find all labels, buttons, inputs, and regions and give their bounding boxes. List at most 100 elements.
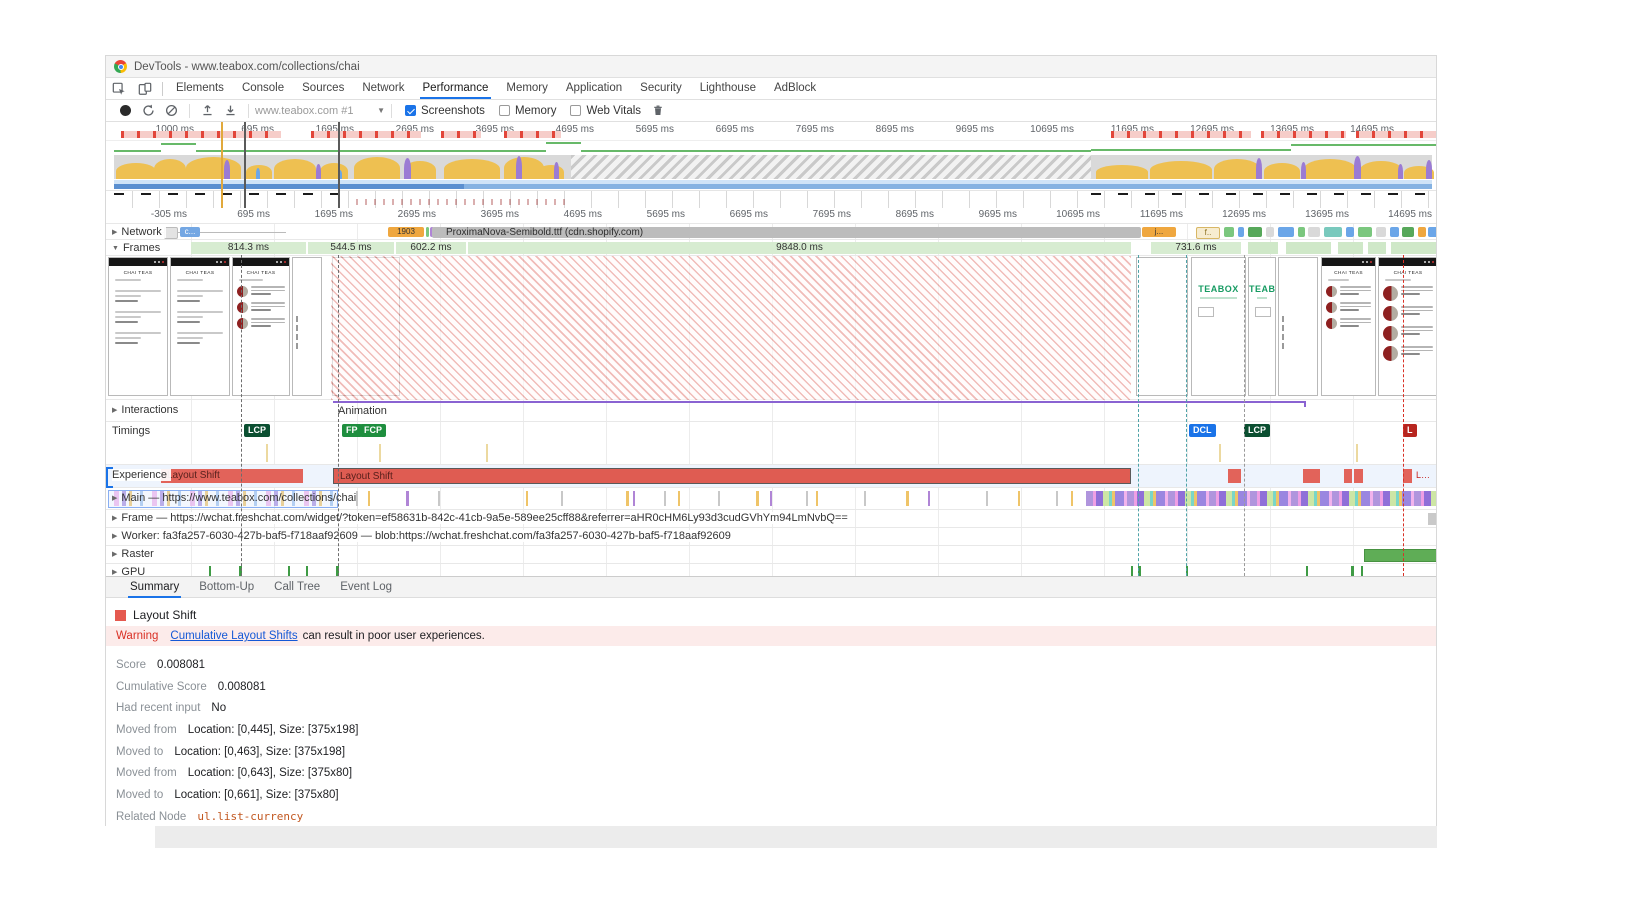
screenshot-thumbnail[interactable]: CHAI TEAS: [1321, 257, 1376, 396]
tab-console[interactable]: Console: [233, 78, 293, 99]
expand-arrow-icon[interactable]: ▶: [112, 515, 117, 522]
garbage-collect-icon[interactable]: [652, 104, 664, 117]
request-chip[interactable]: [1402, 227, 1414, 237]
frame-duration-bar[interactable]: 9848.0 ms: [468, 242, 1131, 254]
memory-checkbox-box[interactable]: [499, 105, 510, 116]
cumulative-layout-shifts-link[interactable]: Cumulative Layout Shifts: [170, 630, 297, 642]
tab-adblock[interactable]: AdBlock: [765, 78, 825, 99]
font-request-bar[interactable]: ProximaNova-Semibold.ttf (cdn.shopify.co…: [432, 227, 1141, 238]
timing-badge-dcl[interactable]: DCL: [1189, 424, 1216, 437]
request-chip-f[interactable]: f..: [1196, 227, 1220, 239]
track-network[interactable]: ▶Network c... 1903 ProximaNova-Semibold.tt…: [106, 223, 1436, 239]
request-chip[interactable]: [1248, 227, 1262, 237]
frame-duration-bar[interactable]: 814.3 ms: [191, 242, 306, 254]
timing-badge-fp[interactable]: FP: [342, 424, 362, 437]
collapse-arrow-icon[interactable]: ▼: [112, 245, 119, 252]
expand-arrow-icon[interactable]: ▶: [112, 551, 117, 558]
track-interactions-label[interactable]: ▶Interactions: [112, 404, 182, 416]
track-worker-label[interactable]: ▶Worker: fa3fa257-6030-427b-baf5-f718aaf…: [112, 530, 735, 542]
request-chip[interactable]: [164, 227, 178, 239]
request-chip[interactable]: [1238, 227, 1244, 237]
expand-arrow-icon[interactable]: ▶: [112, 533, 117, 540]
load-profile-icon[interactable]: [201, 104, 214, 117]
related-node-link[interactable]: ul.list-currency: [197, 810, 303, 823]
save-profile-icon[interactable]: [224, 104, 237, 117]
timeline-overview[interactable]: 1000 ms695 ms1695 ms2695 ms3695 ms4695 m…: [106, 122, 1436, 209]
frame-duration-bar[interactable]: 731.6 ms: [1151, 242, 1241, 254]
request-chip[interactable]: [1390, 227, 1399, 237]
request-chip-1903[interactable]: 1903: [388, 227, 424, 237]
track-gpu-label[interactable]: ▶GPU: [112, 566, 149, 576]
track-interactions[interactable]: ▶Interactions Animation: [106, 399, 1436, 421]
tab-lighthouse[interactable]: Lighthouse: [691, 78, 765, 99]
screenshot-thumbnail[interactable]: CHAI TEAS: [1378, 257, 1436, 396]
tab-event-log[interactable]: Event Log: [330, 577, 402, 598]
layout-shift-block[interactable]: [1403, 469, 1412, 483]
request-chip[interactable]: [1358, 227, 1372, 237]
clear-icon[interactable]: [165, 104, 178, 117]
screenshot-thumbnail[interactable]: TEABOX: [1191, 257, 1246, 396]
layout-shift-block[interactable]: [1344, 469, 1352, 483]
checkbox-memory[interactable]: Memory: [499, 105, 557, 117]
request-chip[interactable]: [1266, 227, 1274, 237]
screenshot-thumbnail[interactable]: CHAI TEAS: [108, 257, 168, 396]
track-frame-label[interactable]: ▶Frame — https://wchat.freshchat.com/wid…: [112, 512, 852, 524]
track-experience-label[interactable]: Experience: [112, 469, 171, 481]
track-raster[interactable]: ▶Raster: [106, 545, 1436, 563]
request-chip[interactable]: [1428, 227, 1436, 237]
track-frames[interactable]: ▼Frames 814.3 ms544.5 ms602.2 ms9848.0 m…: [106, 239, 1436, 255]
expand-arrow-icon[interactable]: ▶: [112, 569, 117, 576]
record-button[interactable]: [120, 105, 131, 116]
screenshot-thumbnail[interactable]: [1136, 257, 1188, 396]
tab-memory[interactable]: Memory: [497, 78, 557, 99]
tab-bottom-up[interactable]: Bottom-Up: [189, 577, 264, 598]
timing-badge-lcp[interactable]: LCP: [1244, 424, 1270, 437]
layout-shift-block[interactable]: [1303, 469, 1320, 483]
inspect-element-icon[interactable]: [110, 81, 128, 97]
expand-arrow-icon[interactable]: ▶: [112, 495, 117, 502]
layout-shift-bar-selected[interactable]: Layout Shift: [333, 468, 1131, 484]
screenshot-thumbnail[interactable]: [1278, 257, 1318, 396]
layout-shift-bar-small[interactable]: Layout Shift: [161, 469, 303, 483]
track-experience[interactable]: Layout Shift Experience Layout Shift L…: [106, 464, 1436, 487]
track-frame[interactable]: ▶Frame — https://wchat.freshchat.com/wid…: [106, 509, 1436, 527]
timing-badge-fcp[interactable]: FCP: [360, 424, 386, 437]
request-chip-c[interactable]: c...: [180, 227, 200, 237]
tab-network[interactable]: Network: [353, 78, 413, 99]
layout-shift-block[interactable]: [1228, 469, 1241, 483]
track-raster-label[interactable]: ▶Raster: [112, 548, 158, 560]
track-worker[interactable]: ▶Worker: fa3fa257-6030-427b-baf5-f718aaf…: [106, 527, 1436, 545]
track-main-label[interactable]: ▶Main — https://www.teabox.com/collectio…: [112, 492, 360, 504]
web-vitals-checkbox-box[interactable]: [570, 105, 581, 116]
track-frames-label[interactable]: ▼Frames: [112, 242, 164, 254]
request-chip[interactable]: [1298, 227, 1305, 237]
checkbox-web-vitals[interactable]: Web Vitals: [570, 105, 641, 117]
frame-duration-bar[interactable]: 602.2 ms: [396, 242, 466, 254]
tab-performance[interactable]: Performance: [414, 78, 498, 99]
filmstrip-screenshots[interactable]: CHAI TEASCHAI TEASCHAI TEASTEABOXTEABOXC…: [106, 255, 1436, 400]
track-timings[interactable]: Timings LCPFPFCPDCLLCPL: [106, 421, 1436, 464]
track-main[interactable]: ▶Main — https://www.teabox.com/collectio…: [106, 487, 1436, 509]
request-chip[interactable]: [426, 227, 429, 237]
layout-shift-block[interactable]: [1354, 469, 1363, 483]
frame-duration-bar[interactable]: 544.5 ms: [308, 242, 394, 254]
tab-application[interactable]: Application: [557, 78, 631, 99]
device-toolbar-icon[interactable]: [136, 81, 154, 97]
request-chip[interactable]: [1278, 227, 1294, 237]
reload-and-record-button[interactable]: [142, 104, 155, 117]
expand-arrow-icon[interactable]: ▶: [112, 407, 117, 414]
request-chip[interactable]: [1418, 227, 1426, 237]
request-chip[interactable]: [1324, 227, 1342, 237]
track-gpu[interactable]: ▶GPU: [106, 563, 1436, 576]
request-chip-j[interactable]: j...: [1142, 227, 1176, 237]
screenshot-thumbnail[interactable]: CHAI TEAS: [170, 257, 230, 396]
tab-call-tree[interactable]: Call Tree: [264, 577, 330, 598]
screenshots-checkbox-box[interactable]: [405, 105, 416, 116]
request-chip[interactable]: [1224, 227, 1234, 237]
request-chip[interactable]: [1376, 227, 1386, 237]
expand-arrow-icon[interactable]: ▶: [112, 229, 117, 236]
tab-sources[interactable]: Sources: [293, 78, 353, 99]
checkbox-screenshots[interactable]: Screenshots: [405, 105, 485, 117]
timing-badge-lcp[interactable]: LCP: [244, 424, 270, 437]
track-network-label[interactable]: ▶Network: [112, 226, 166, 238]
